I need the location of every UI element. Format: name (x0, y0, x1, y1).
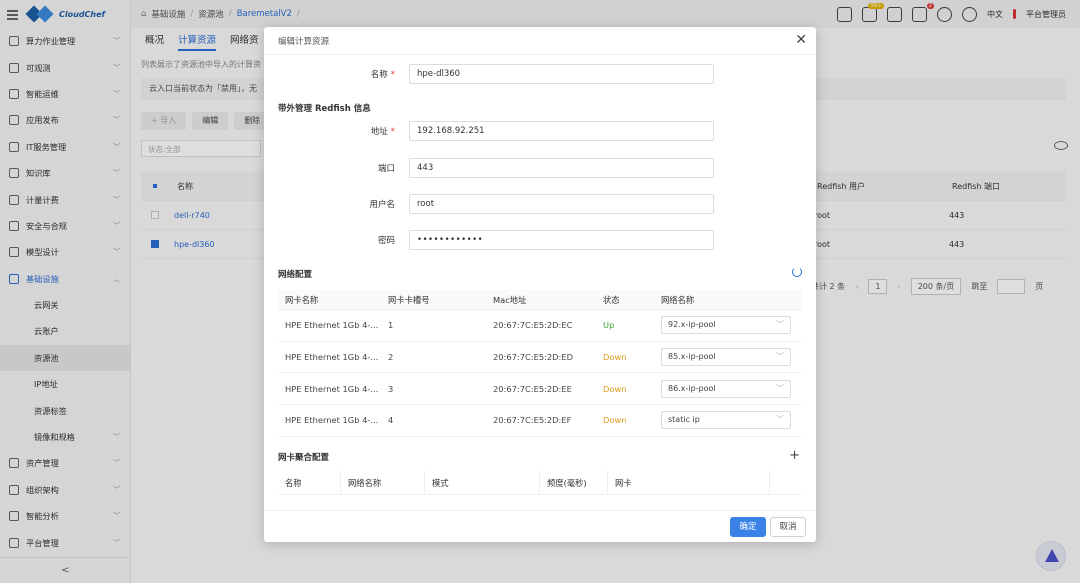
nic-status: Down (603, 352, 627, 363)
aggregation-table-header: 名称 网络名称 模式 频度(毫秒) 网卡 (278, 470, 802, 495)
column-network: 网络名称 (661, 294, 695, 305)
nic-row: HPE Ethernet 1Gb 4-... 2 20:67:7C:E5:2D:ED… (278, 342, 802, 374)
confirm-button[interactable]: 确定 (730, 517, 766, 537)
nic-row: HPE Ethernet 1Gb 4-... 3 20:67:7C:E5:2D:EE… (278, 373, 802, 406)
password-row: 密码 (264, 230, 816, 250)
network-section-title: 网络配置 (278, 270, 313, 280)
close-icon[interactable]: ✕ (795, 33, 807, 47)
column-agg-nic: 网卡 (608, 470, 770, 495)
username-input[interactable] (409, 194, 714, 214)
nic-status: Up (603, 320, 615, 331)
edit-compute-modal: 编辑计算资源 ✕ 名称* 带外管理 Redfish 信息 地址* 端口 用户名 … (264, 27, 816, 542)
address-row: 地址 * (264, 121, 816, 141)
nic-status: Down (603, 415, 627, 426)
password-label: 密码 (377, 236, 395, 246)
add-aggregation-icon[interactable]: + (789, 448, 800, 463)
nic-name: HPE Ethernet 1Gb 4-... (285, 415, 379, 426)
address-input[interactable] (409, 121, 714, 141)
column-agg-mode: 模式 (425, 470, 540, 495)
network-select[interactable]: 92.x-ip-pool ﹀ (661, 316, 791, 335)
redfish-section-title: 带外管理 Redfish 信息 (278, 104, 371, 114)
network-select[interactable]: 86.x-ip-pool ﹀ (661, 379, 791, 398)
network-select-value: 85.x-ip-pool (668, 352, 716, 362)
nic-row: HPE Ethernet 1Gb 4-... 1 20:67:7C:E5:2D:EC… (278, 310, 802, 342)
nic-mac: 20:67:7C:E5:2D:EE (493, 383, 572, 394)
nic-name: HPE Ethernet 1Gb 4-... (285, 383, 379, 394)
refresh-icon[interactable] (792, 267, 802, 277)
column-agg-network: 网络名称 (341, 470, 425, 495)
column-agg-name: 名称 (278, 470, 341, 495)
nic-mac: 20:67:7C:E5:2D:EC (493, 320, 573, 331)
modal-title: 编辑计算资源 (264, 27, 816, 55)
name-row: 名称 * (264, 64, 816, 84)
password-input[interactable] (409, 230, 714, 250)
nic-table-header: 网卡名称 网卡卡槽号 Mac地址 状态 网络名称 (278, 290, 802, 310)
nic-table: 网卡名称 网卡卡槽号 Mac地址 状态 网络名称 HPE Ethernet 1G… (278, 290, 802, 437)
address-label: 地址 * (370, 127, 395, 137)
column-agg-frequency: 频度(毫秒) (540, 470, 608, 495)
nic-mac: 20:67:7C:E5:2D:ED (493, 352, 573, 363)
network-select-value: 86.x-ip-pool (668, 383, 716, 393)
aggregation-section-title: 网卡聚合配置 (278, 453, 330, 463)
name-input[interactable] (409, 64, 714, 84)
cancel-button[interactable]: 取消 (770, 517, 806, 537)
chevron-down-icon: ﹀ (776, 383, 784, 393)
network-select-value: static ip (668, 415, 700, 425)
chevron-down-icon: ﹀ (776, 415, 784, 425)
port-label: 端口 (377, 164, 395, 174)
nic-slot: 4 (388, 415, 394, 426)
network-select[interactable]: 85.x-ip-pool ﹀ (661, 348, 791, 367)
nic-name: HPE Ethernet 1Gb 4-... (285, 352, 379, 363)
chevron-down-icon: ﹀ (776, 320, 784, 330)
nic-name: HPE Ethernet 1Gb 4-... (285, 320, 379, 331)
modal-footer: 确定 取消 (264, 510, 816, 542)
username-label: 用户名 (369, 200, 395, 210)
column-nic-slot: 网卡卡槽号 (388, 294, 430, 305)
network-select-value: 92.x-ip-pool (668, 320, 716, 330)
column-nic-name: 网卡名称 (285, 294, 319, 305)
port-input[interactable] (409, 158, 714, 178)
name-label: 名称 * (370, 70, 395, 80)
column-status: 状态 (603, 294, 620, 305)
nic-status: Down (603, 383, 627, 394)
nic-slot: 1 (388, 320, 394, 331)
nic-slot: 3 (388, 383, 394, 394)
column-mac: Mac地址 (493, 294, 527, 305)
nic-row: HPE Ethernet 1Gb 4-... 4 20:67:7C:E5:2D:EF… (278, 405, 802, 437)
port-row: 端口 (264, 158, 816, 178)
chevron-down-icon: ﹀ (776, 352, 784, 362)
nic-mac: 20:67:7C:E5:2D:EF (493, 415, 572, 426)
username-row: 用户名 (264, 194, 816, 214)
nic-slot: 2 (388, 352, 394, 363)
network-select[interactable]: static ip ﹀ (661, 411, 791, 430)
